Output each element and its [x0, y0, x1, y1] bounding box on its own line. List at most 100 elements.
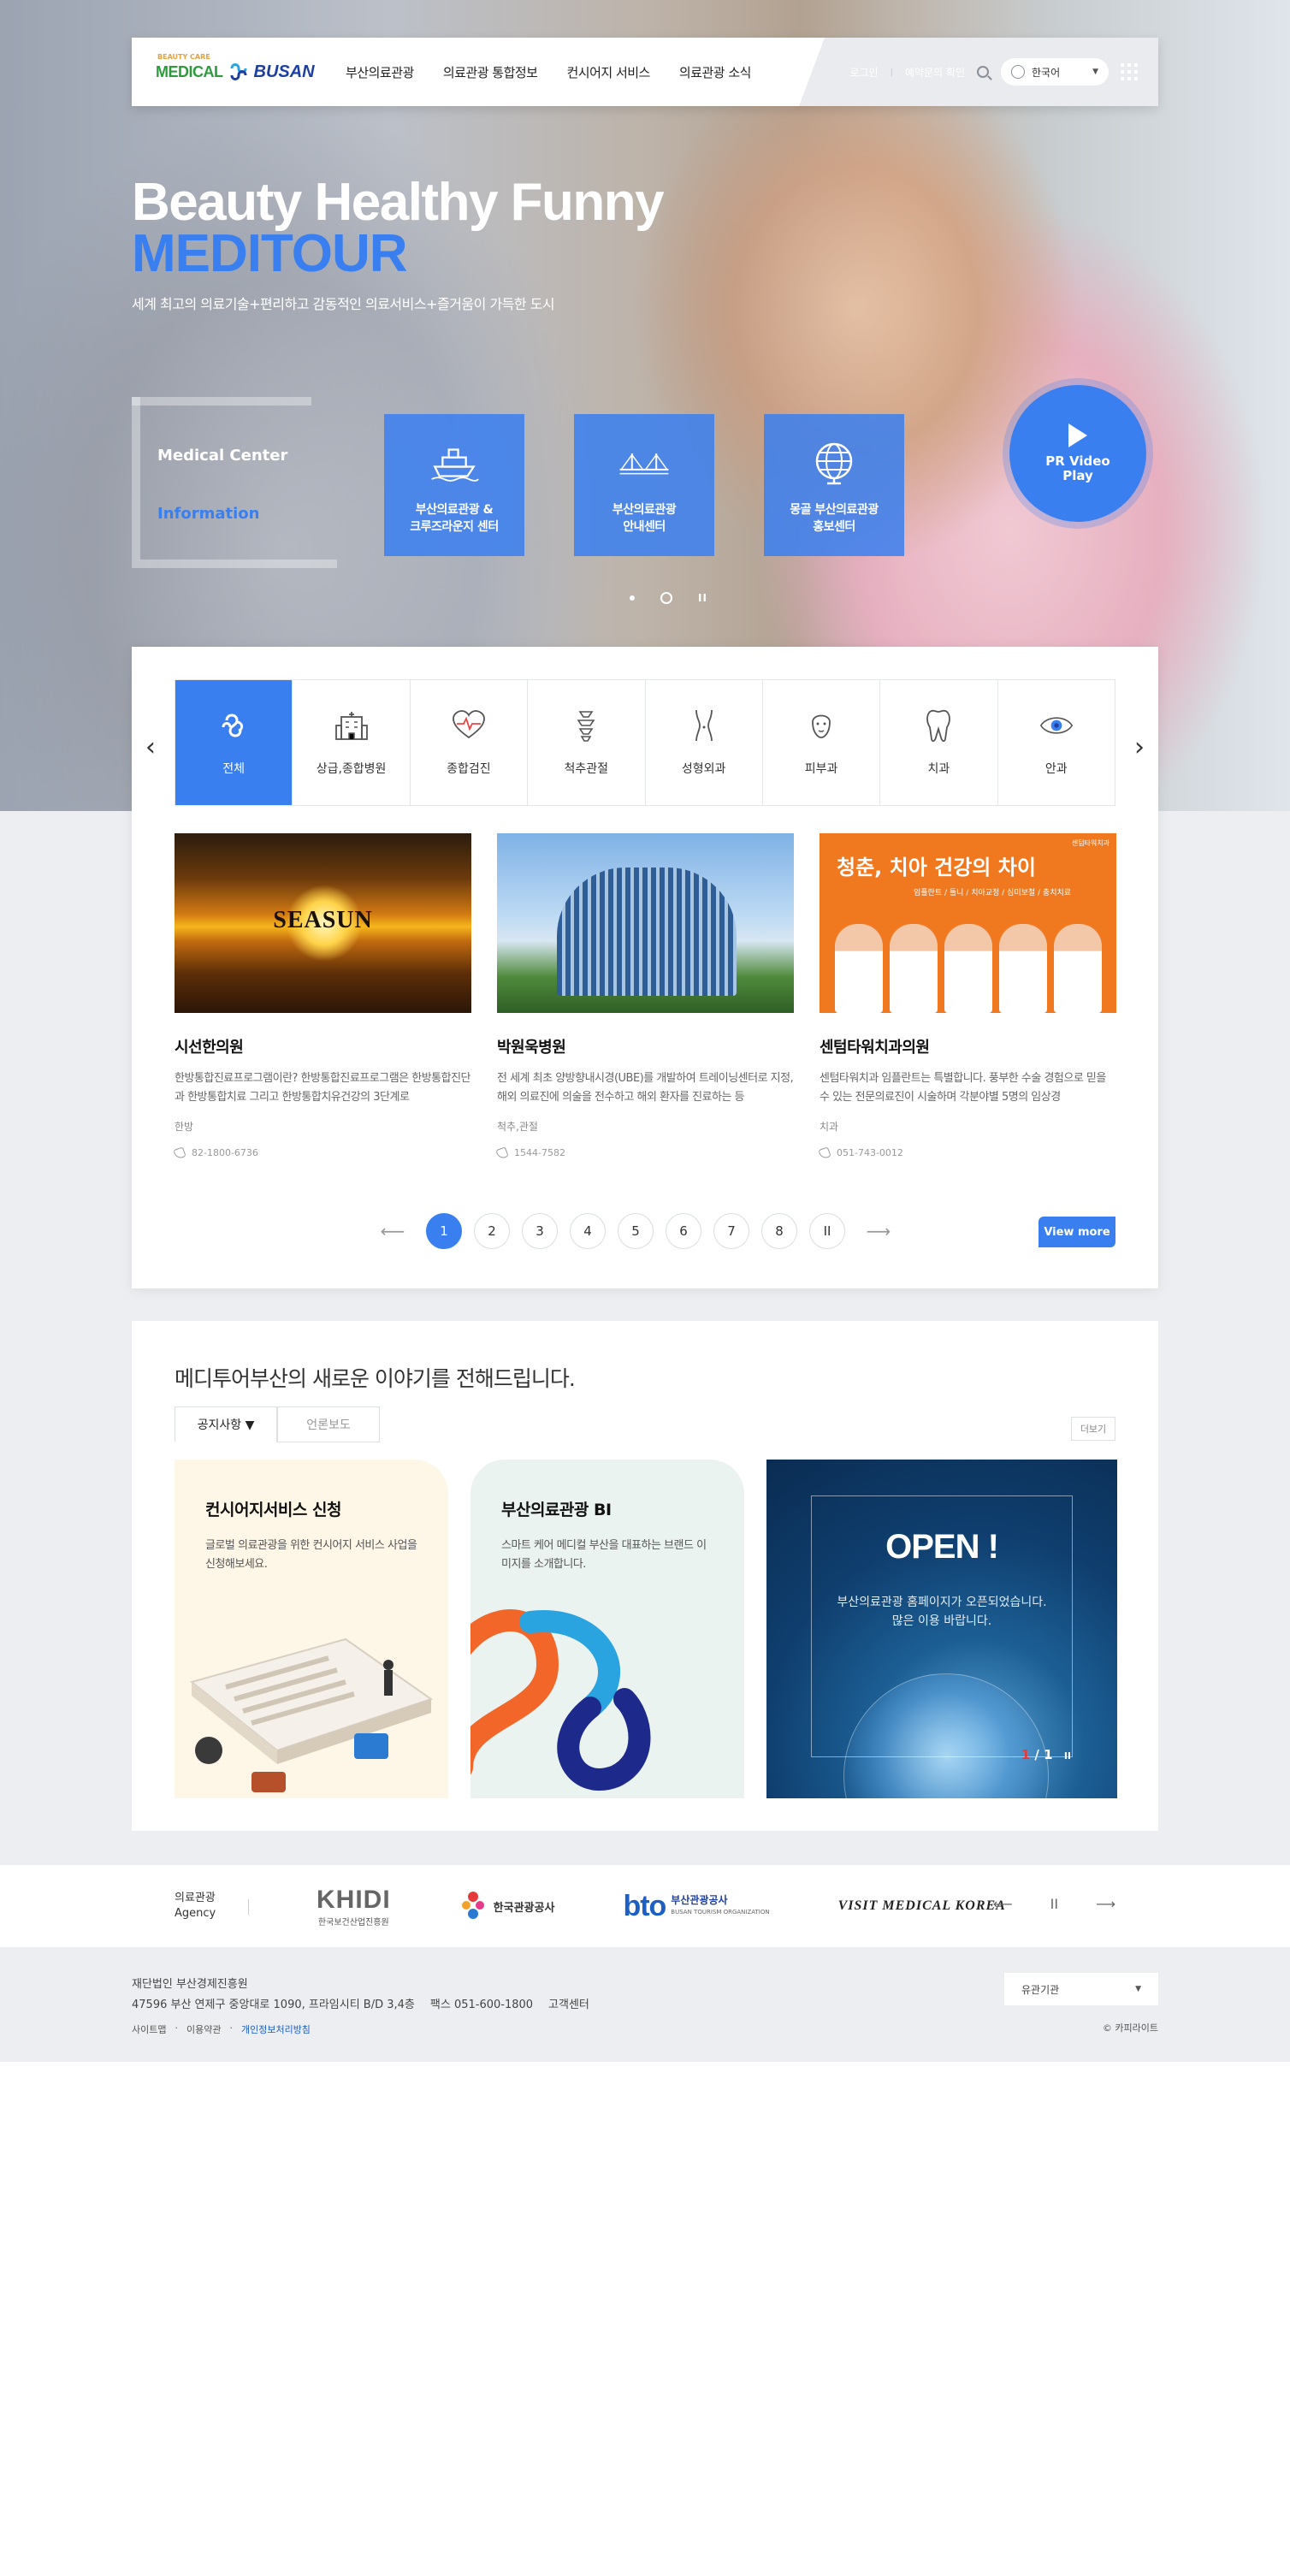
slider-pause-button[interactable]: II: [698, 592, 707, 604]
agency-next-icon[interactable]: ⟶: [1096, 1896, 1115, 1912]
hospital-card[interactable]: SEASUN 시선한의원 한방통합진료프로그램이란? 한방통합진료프로그램은 한…: [173, 833, 471, 1160]
view-more-button[interactable]: View more: [1039, 1217, 1115, 1247]
globe-icon: [1011, 65, 1025, 79]
slider-dot-active[interactable]: [660, 592, 672, 604]
logo-mark-icon: [230, 63, 246, 80]
page-button[interactable]: 5: [618, 1213, 654, 1249]
banner-pause-button[interactable]: II: [1064, 1750, 1071, 1762]
category-ophthalmology[interactable]: 안과: [998, 680, 1115, 805]
footer-customer-center[interactable]: 고객센터: [548, 1995, 589, 2011]
page-button[interactable]: 3: [522, 1213, 558, 1249]
bto-wordmark: bto: [623, 1889, 666, 1922]
agency-pause-button[interactable]: II: [1050, 1896, 1058, 1912]
khidi-wordmark: KHIDI: [317, 1885, 391, 1914]
category-checkup[interactable]: 종합검진: [411, 680, 529, 805]
page-button-active[interactable]: 1: [426, 1213, 462, 1249]
category-dental[interactable]: 치과: [880, 680, 998, 805]
banner-title: OPEN !: [885, 1528, 999, 1566]
phone-icon: [173, 1146, 186, 1160]
news-more-button[interactable]: 더보기: [1071, 1417, 1115, 1441]
building-graphic: [557, 868, 737, 996]
hospital-list: SEASUN 시선한의원 한방통합진료프로그램이란? 한방통합진료프로그램은 한…: [173, 833, 1116, 1160]
reservation-link[interactable]: 예약문의 확인: [905, 65, 965, 80]
language-select[interactable]: 한국어 ▼: [1001, 58, 1109, 86]
banner-description: 부산의료관광 홈페이지가 오픈되었습니다. 많은 이용 바랍니다.: [837, 1596, 1047, 1628]
news-card-bi[interactable]: 부산의료관광 BI 스마트 케어 메디컬 부산을 대표하는 브랜드 이미지를 소…: [470, 1460, 744, 1798]
search-icon[interactable]: [977, 66, 989, 78]
page-button[interactable]: 8: [761, 1213, 797, 1249]
category-spine[interactable]: 척추관절: [528, 680, 646, 805]
pagination-pause-button[interactable]: II: [809, 1213, 845, 1249]
hospital-category: 척추,관절: [497, 1121, 538, 1133]
page-button[interactable]: 2: [474, 1213, 510, 1249]
hero-slider-controls: II: [630, 592, 707, 604]
hero-subtitle: 세계 최고의 의료기술+편리하고 감동적인 의료서비스+즐거움이 가득한 도시: [132, 296, 555, 312]
tab-medical-center[interactable]: Medical Center: [157, 447, 287, 465]
logo-medical: MEDICAL: [156, 62, 223, 80]
phone-number: 051-743-0012: [837, 1147, 903, 1158]
nav-busan-medical-tour[interactable]: 부산의료관광: [346, 63, 414, 81]
pagination-next-icon[interactable]: ⟶: [857, 1221, 900, 1241]
hospital-phone: 1544-7582: [495, 1146, 794, 1160]
hospital-description: 센텀타워치과 임플란트는 특별합니다. 풍부한 수술 경험으로 믿을 수 있는 …: [820, 1072, 1106, 1104]
page-button[interactable]: 7: [713, 1213, 749, 1249]
category-plastic-surgery[interactable]: 성형외과: [646, 680, 763, 805]
category-dermatology[interactable]: 피부과: [763, 680, 881, 805]
category-label: 상급,종합병원: [316, 762, 387, 776]
footer-link-sitemap[interactable]: 사이트맵: [132, 2022, 166, 2036]
page-button[interactable]: 4: [570, 1213, 606, 1249]
khidi-logo[interactable]: KHIDI 한국보건산업진흥원: [317, 1886, 391, 1928]
nav-news[interactable]: 의료관광 소식: [679, 63, 752, 81]
nav-concierge[interactable]: 컨시어지 서비스: [566, 63, 650, 81]
banner-corner-label: 센텀타워치과: [1071, 839, 1110, 847]
hero-tab-frame: [132, 397, 337, 568]
slider-dot[interactable]: [630, 595, 635, 601]
sitemap-grid-icon[interactable]: [1121, 63, 1138, 80]
kto-name: 한국관광공사: [493, 1901, 555, 1915]
footer-organization: 재단법인 부산경제진흥원: [132, 1978, 248, 1991]
footer-link-terms[interactable]: 이용약관: [186, 2022, 221, 2036]
hospital-card[interactable]: 센텀타워치과 청춘, 치아 건강의 차이 임플란트 / 틀니 / 치아교정 / …: [818, 833, 1116, 1160]
pr-video-play-button[interactable]: PR Video Play: [1009, 385, 1146, 522]
quick-link-mongolia-center[interactable]: 몽골 부산의료관광 홍보센터: [764, 414, 904, 556]
news-card-concierge[interactable]: 컨시어지서비스 신청 글로벌 의료관광을 위한 컨시어지 서비스 사업을 신청해…: [175, 1460, 448, 1798]
nav-integrated-info[interactable]: 의료관광 통합정보: [443, 63, 538, 81]
hero-title: Beauty Healthy Funny: [132, 173, 665, 232]
quick-link-label: 부산의료관광 & 크루즈라운지 센터: [410, 503, 499, 534]
concierge-illustration: [189, 1637, 434, 1792]
pagination: ⟵ 1 2 3 4 5 6 7 8 II ⟶: [371, 1213, 900, 1249]
footer-link-divider: ·: [175, 2022, 178, 2034]
pagination-prev-icon[interactable]: ⟵: [371, 1221, 414, 1241]
category-next-icon[interactable]: ›: [1134, 732, 1145, 762]
chevron-down-icon: ▼: [1092, 68, 1098, 76]
bto-text: 부산관광공사 BUSAN TOURISM ORGANIZATION: [671, 1894, 769, 1918]
hospital-image: SEASUN: [175, 833, 471, 1013]
login-link[interactable]: 로그인: [849, 65, 878, 80]
tab-press[interactable]: 언론보도: [277, 1406, 380, 1442]
page-button[interactable]: 6: [666, 1213, 701, 1249]
quick-link-label: 몽골 부산의료관광 홍보센터: [790, 503, 879, 534]
hospital-description: 한방통합진료프로그램이란? 한방통합진료프로그램은 한방통합진단과 한방통합치료…: [175, 1072, 471, 1104]
banner-headline: 청춘, 치아 건강의 차이: [837, 856, 1036, 879]
quick-link-cruise-lounge[interactable]: 부산의료관광 & 크루즈라운지 센터: [384, 414, 524, 556]
agency-prev-icon[interactable]: ⟵: [993, 1896, 1013, 1912]
category-all[interactable]: 전체: [175, 680, 293, 805]
header: BEAUTY CARE MEDICAL BUSAN 부산의료관광 의료관광 통합…: [132, 38, 1158, 106]
hospital-card[interactable]: 박원욱병원 전 세계 최초 양방향내시경(UBE)를 개발하여 트레이닝센터로 …: [495, 833, 794, 1160]
visit-medical-korea-logo[interactable]: VISIT MEDICAL KOREA: [838, 1898, 1006, 1914]
footer-address-line: 47596 부산 연제구 중앙대로 1090, 프라임시티 B/D 3,4층 팩…: [132, 1995, 589, 2011]
tab-notice[interactable]: 공지사항 ▼: [175, 1406, 277, 1442]
site-logo[interactable]: BEAUTY CARE MEDICAL BUSAN: [156, 53, 315, 87]
category-label: 치과: [927, 762, 950, 776]
related-sites-select[interactable]: 유관기관 ▼: [1004, 1973, 1158, 2005]
footer-links: 사이트맵 · 이용약관 · 개인정보처리방침: [132, 2022, 311, 2036]
category-prev-icon[interactable]: ‹: [145, 732, 156, 762]
kto-logo[interactable]: 한국관광공사: [459, 1890, 555, 1922]
news-banner-open[interactable]: OPEN ! 부산의료관광 홈페이지가 오픈되었습니다. 많은 이용 바랍니다.…: [766, 1460, 1117, 1798]
quick-link-info-center[interactable]: 부산의료관광 안내센터: [574, 414, 714, 556]
bto-logo[interactable]: bto 부산관광공사 BUSAN TOURISM ORGANIZATION: [623, 1890, 769, 1923]
tab-information[interactable]: Information: [157, 505, 259, 523]
footer-link-privacy[interactable]: 개인정보처리방침: [241, 2022, 311, 2036]
category-label: 피부과: [804, 762, 838, 776]
category-general-hospital[interactable]: 상급,종합병원: [293, 680, 411, 805]
